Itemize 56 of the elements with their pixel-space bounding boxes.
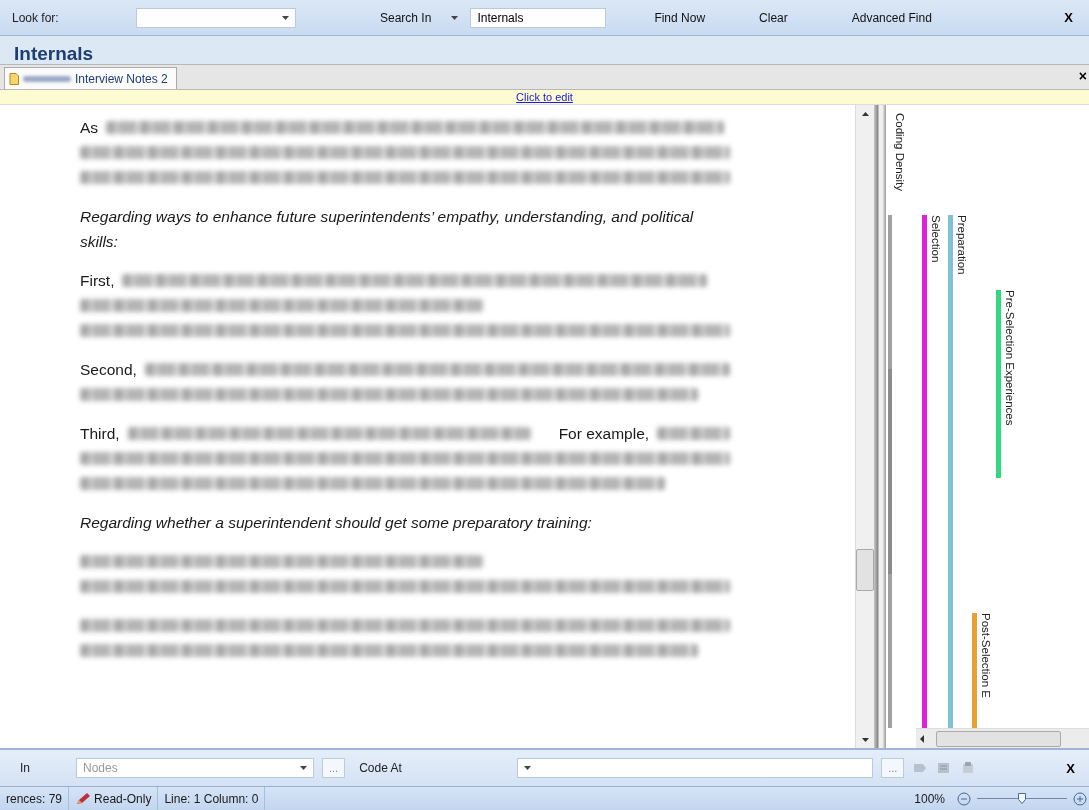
look-for-combo[interactable] bbox=[136, 7, 296, 28]
clear-button[interactable]: Clear bbox=[753, 8, 794, 27]
scrollbar-thumb[interactable] bbox=[856, 549, 874, 591]
document-tab[interactable]: Interview Notes 2 bbox=[4, 67, 177, 89]
stripe-label: Preparation bbox=[956, 215, 968, 275]
paragraph-lead: Third, bbox=[80, 424, 120, 444]
paragraph-lead: First, bbox=[80, 271, 115, 291]
zoom-in-icon[interactable] bbox=[1073, 791, 1087, 806]
coding-density-label: Coding Density bbox=[894, 113, 906, 191]
vertical-scrollbar[interactable] bbox=[855, 105, 874, 748]
code-at-label: Code At bbox=[359, 761, 403, 775]
section-title: Internals bbox=[14, 44, 94, 64]
italic-paragraph: Regarding whether a superintendent should get some preparatory training: bbox=[80, 513, 593, 533]
paragraph-text: For example, bbox=[558, 424, 650, 444]
in-label: In bbox=[20, 761, 31, 775]
coding-stripe[interactable] bbox=[948, 215, 953, 728]
coding-stripe[interactable] bbox=[996, 290, 1001, 478]
look-for-label: Look for: bbox=[12, 10, 60, 25]
close-tab-button[interactable]: × bbox=[1078, 68, 1087, 84]
close-button[interactable]: X bbox=[1060, 10, 1077, 25]
zoom-out-icon[interactable] bbox=[957, 791, 971, 806]
find-now-button[interactable]: Find Now bbox=[648, 8, 712, 27]
scrollbar-thumb[interactable] bbox=[936, 730, 1061, 747]
references-count: rences: 79 bbox=[0, 787, 70, 810]
code-icon[interactable] bbox=[912, 761, 929, 775]
cursor-position: Line: 1 Column: 0 bbox=[158, 787, 266, 810]
dropdown-arrow-icon bbox=[300, 766, 307, 770]
code-at-combo[interactable] bbox=[517, 758, 874, 778]
search-in-arrow-icon bbox=[451, 15, 459, 20]
splitter[interactable] bbox=[874, 105, 886, 748]
stripe-label: Selection bbox=[930, 215, 942, 263]
stripe-label: Post-Selection E bbox=[980, 613, 992, 698]
horizontal-scrollbar[interactable] bbox=[916, 728, 1089, 748]
slider-thumb[interactable] bbox=[1018, 792, 1026, 804]
paragraph-lead: As bbox=[80, 118, 99, 138]
coding-stripe[interactable] bbox=[922, 215, 927, 728]
scroll-up-icon[interactable] bbox=[861, 111, 869, 116]
advanced-find-button[interactable]: Advanced Find bbox=[845, 8, 938, 27]
paragraph-lead: Second, bbox=[80, 360, 137, 380]
scroll-down-icon[interactable] bbox=[861, 737, 869, 742]
note-icon bbox=[9, 72, 19, 85]
blurred-name bbox=[23, 75, 71, 82]
read-only-status: Read-Only bbox=[94, 791, 152, 806]
search-in-button[interactable]: Search In bbox=[374, 8, 438, 27]
close-button[interactable]: X bbox=[1062, 760, 1079, 776]
scope-field[interactable]: Internals bbox=[470, 7, 607, 28]
dropdown-arrow-icon bbox=[524, 766, 532, 770]
stripe-label: Pre-Selection Experiences bbox=[1004, 290, 1016, 426]
zoom-percent: 100% bbox=[914, 791, 945, 806]
browse-button[interactable]: ... bbox=[881, 758, 905, 778]
click-to-edit-link[interactable]: Click to edit bbox=[516, 91, 573, 103]
italic-paragraph: Regarding ways to enhance future superintendents’ empathy, understanding, and political skills: bbox=[80, 207, 695, 252]
pencil-icon bbox=[75, 791, 92, 806]
zoom-slider[interactable] bbox=[977, 791, 1067, 806]
coding-stripe[interactable] bbox=[972, 613, 977, 728]
dropdown-arrow-icon bbox=[282, 15, 289, 20]
